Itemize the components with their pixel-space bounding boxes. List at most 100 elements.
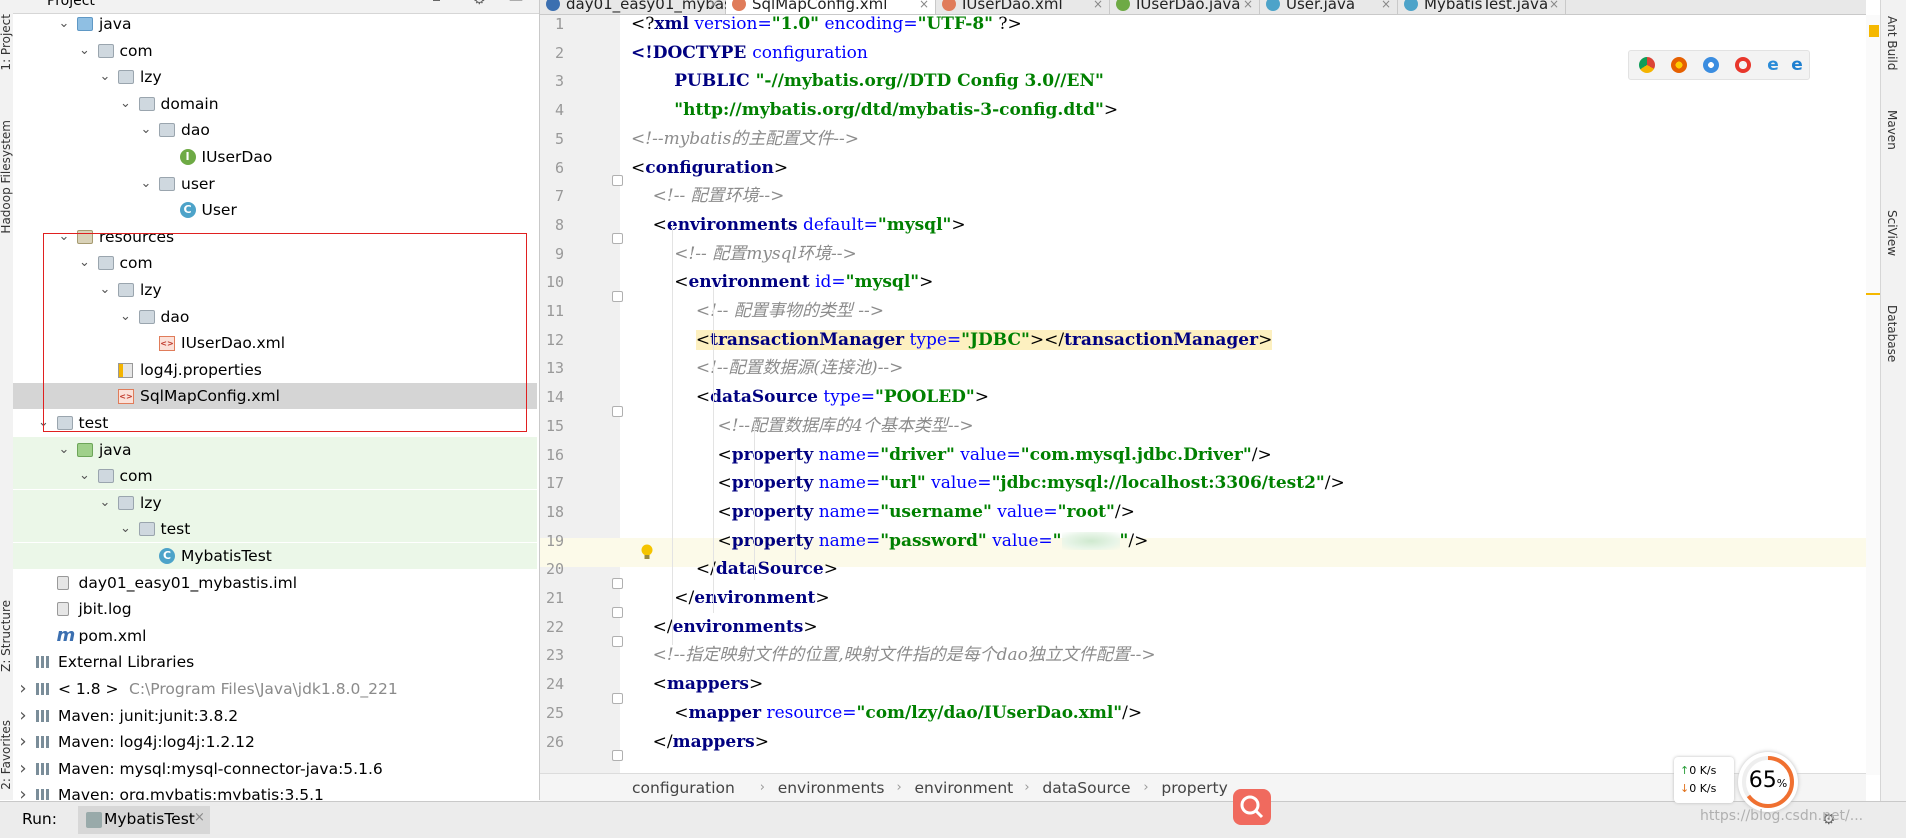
gear-icon[interactable]: ⚙ bbox=[473, 0, 486, 8]
chevron-right-icon[interactable]: › bbox=[16, 703, 30, 729]
tree-item[interactable]: ⌄ java bbox=[13, 11, 537, 37]
chevron-down-icon[interactable]: ⌄ bbox=[78, 463, 92, 489]
ie-icon[interactable]: e bbox=[1765, 57, 1781, 74]
close-tab-icon[interactable]: × bbox=[1243, 0, 1253, 14]
tree-item[interactable]: I IUserDao bbox=[13, 144, 537, 170]
chevron-right-icon[interactable]: › bbox=[16, 756, 30, 782]
opera-icon[interactable] bbox=[1735, 57, 1751, 73]
tree-item[interactable]: <> SqlMapConfig.xml bbox=[13, 383, 537, 410]
tree-item[interactable]: ⌄ lzy bbox=[13, 64, 537, 90]
tree-item[interactable]: ⌄ com bbox=[13, 250, 537, 276]
fold-marker-10[interactable] bbox=[612, 291, 623, 302]
tree-item[interactable]: C MybatisTest bbox=[13, 543, 537, 569]
chevron-down-icon[interactable]: ⌄ bbox=[98, 277, 112, 303]
project-tool-button[interactable]: 1: Project bbox=[0, 14, 13, 71]
tree-item[interactable]: ⌄ test bbox=[13, 516, 537, 543]
chevron-down-icon[interactable]: ⌄ bbox=[119, 516, 133, 542]
fold-marker-21[interactable] bbox=[612, 607, 623, 618]
tree-item[interactable]: jbit.log bbox=[13, 596, 537, 622]
chevron-down-icon[interactable]: ⌄ bbox=[139, 117, 153, 143]
editor-tab[interactable]: MybatisTest.java × bbox=[1398, 0, 1566, 14]
structure-tool-button[interactable]: Z: Structure bbox=[0, 600, 13, 672]
tree-item[interactable]: › Maven: mysql:mysql-connector-java:5.1.6 bbox=[13, 756, 537, 782]
breadcrumb-item[interactable]: environments bbox=[778, 774, 885, 802]
chevron-right-icon[interactable]: › bbox=[16, 676, 30, 702]
fold-marker-24[interactable] bbox=[612, 693, 623, 704]
breadcrumb-item[interactable]: property bbox=[1161, 774, 1227, 802]
breadcrumb-item[interactable]: configuration bbox=[632, 774, 735, 802]
tree-item[interactable]: External Libraries bbox=[13, 649, 537, 675]
tree-item[interactable]: › < 1.8 > C:\Program Files\Java\jdk1.8.0_2… bbox=[13, 676, 537, 702]
chevron-down-icon[interactable]: ⌄ bbox=[119, 304, 133, 330]
tree-item[interactable]: ⌄ dao bbox=[13, 117, 537, 143]
tree-item-label: MybatisTest bbox=[181, 547, 272, 565]
tree-item[interactable]: › Maven: org.mybatis:mybatis:3.5.1 bbox=[13, 782, 537, 800]
fold-marker-22[interactable] bbox=[612, 636, 623, 647]
tree-item[interactable]: › Maven: junit:junit:3.8.2 bbox=[13, 703, 537, 729]
chevron-right-icon[interactable]: › bbox=[16, 782, 30, 800]
tree-item[interactable]: ⌄ com bbox=[13, 463, 537, 490]
sciview-tool-button[interactable]: SciView bbox=[1885, 210, 1899, 256]
tree-item[interactable]: C User bbox=[13, 197, 537, 223]
chevron-down-icon[interactable]: ⌄ bbox=[139, 171, 153, 197]
tree-item[interactable]: › Maven: log4j:log4j:1.2.12 bbox=[13, 729, 537, 755]
chevron-down-icon[interactable]: ⌄ bbox=[119, 91, 133, 117]
fold-marker-6[interactable] bbox=[612, 175, 623, 186]
tree-item[interactable]: ⌄ java bbox=[13, 436, 537, 463]
code-line-17: <property name="url" value="jdbc:mysql:/… bbox=[717, 473, 1345, 494]
close-tab-icon[interactable]: × bbox=[1093, 0, 1103, 14]
collapse-all-icon[interactable]: ⎯ bbox=[433, 0, 440, 8]
firefox-icon[interactable] bbox=[1671, 57, 1687, 73]
safari-icon[interactable] bbox=[1703, 57, 1719, 73]
maven-icon: m bbox=[56, 624, 76, 646]
tree-item[interactable]: ⌄ lzy bbox=[13, 489, 537, 516]
tree-item[interactable]: ⌄ test bbox=[13, 410, 537, 436]
breadcrumb-item[interactable]: environment bbox=[915, 774, 1014, 802]
run-tab[interactable]: MybatisTest × bbox=[78, 806, 210, 834]
chevron-down-icon[interactable]: ⌄ bbox=[98, 490, 112, 516]
tree-item[interactable]: ⌄ lzy bbox=[13, 277, 537, 303]
edge-icon[interactable]: e bbox=[1789, 57, 1805, 74]
tree-item[interactable]: day01_easy01_mybastis.iml bbox=[13, 570, 537, 596]
lightbulb-icon[interactable] bbox=[640, 544, 654, 560]
cpu-usage-widget[interactable]: 65% bbox=[1738, 752, 1798, 812]
warning-marker[interactable] bbox=[1869, 25, 1879, 37]
breadcrumb-item[interactable]: dataSource bbox=[1042, 774, 1130, 802]
chevron-down-icon[interactable]: ⌄ bbox=[78, 38, 92, 64]
close-tab-icon[interactable]: × bbox=[1381, 0, 1391, 14]
chevron-down-icon[interactable]: ⌄ bbox=[57, 437, 71, 463]
fold-marker-8[interactable] bbox=[612, 233, 623, 244]
chrome-icon[interactable] bbox=[1639, 57, 1655, 73]
favorites-tool-button[interactable]: 2: Favorites bbox=[0, 720, 13, 790]
project-panel-title[interactable]: Project bbox=[47, 0, 95, 9]
maven-tool-button[interactable]: Maven bbox=[1885, 110, 1899, 150]
fold-marker-26[interactable] bbox=[612, 750, 623, 761]
tree-item[interactable]: ⌄ user bbox=[13, 171, 537, 197]
tree-item[interactable]: ⌄ com bbox=[13, 38, 537, 64]
chevron-down-icon[interactable]: ⌄ bbox=[98, 64, 112, 90]
tree-item[interactable]: ⌄ resources bbox=[13, 224, 537, 250]
chevron-down-icon[interactable]: ⌄ bbox=[78, 250, 92, 276]
tree-item[interactable]: log4j.properties bbox=[13, 357, 537, 383]
close-tab-icon[interactable]: × bbox=[1549, 0, 1559, 14]
fold-marker-20[interactable] bbox=[612, 578, 623, 589]
hide-panel-icon[interactable]: — bbox=[509, 0, 523, 8]
database-tool-button[interactable]: Database bbox=[1885, 305, 1899, 362]
breadcrumb-separator-icon: › bbox=[896, 780, 902, 795]
tree-item[interactable]: m pom.xml bbox=[13, 623, 537, 649]
chevron-down-icon[interactable]: ⌄ bbox=[57, 11, 71, 37]
hadoop-tool-button[interactable]: Hadoop Filesystem bbox=[0, 120, 13, 234]
editor-tab[interactable]: IUserDao.java × bbox=[1110, 0, 1260, 14]
editor-tab[interactable]: User.java × bbox=[1260, 0, 1398, 14]
fold-marker-14[interactable] bbox=[612, 406, 623, 417]
chevron-down-icon[interactable]: ⌄ bbox=[57, 224, 71, 250]
tree-item[interactable]: ⌄ domain bbox=[13, 91, 537, 117]
chevron-right-icon[interactable]: › bbox=[16, 729, 30, 755]
chevron-down-icon[interactable]: ⌄ bbox=[37, 410, 51, 436]
stripe-marker[interactable] bbox=[1866, 293, 1880, 295]
ant-build-tool-button[interactable]: Ant Build bbox=[1885, 16, 1899, 70]
tree-item[interactable]: <> IUserDao.xml bbox=[13, 330, 537, 356]
search-button[interactable] bbox=[1233, 789, 1271, 825]
tree-item[interactable]: ⌄ dao bbox=[13, 304, 537, 330]
close-run-tab-icon[interactable]: × bbox=[194, 810, 205, 825]
